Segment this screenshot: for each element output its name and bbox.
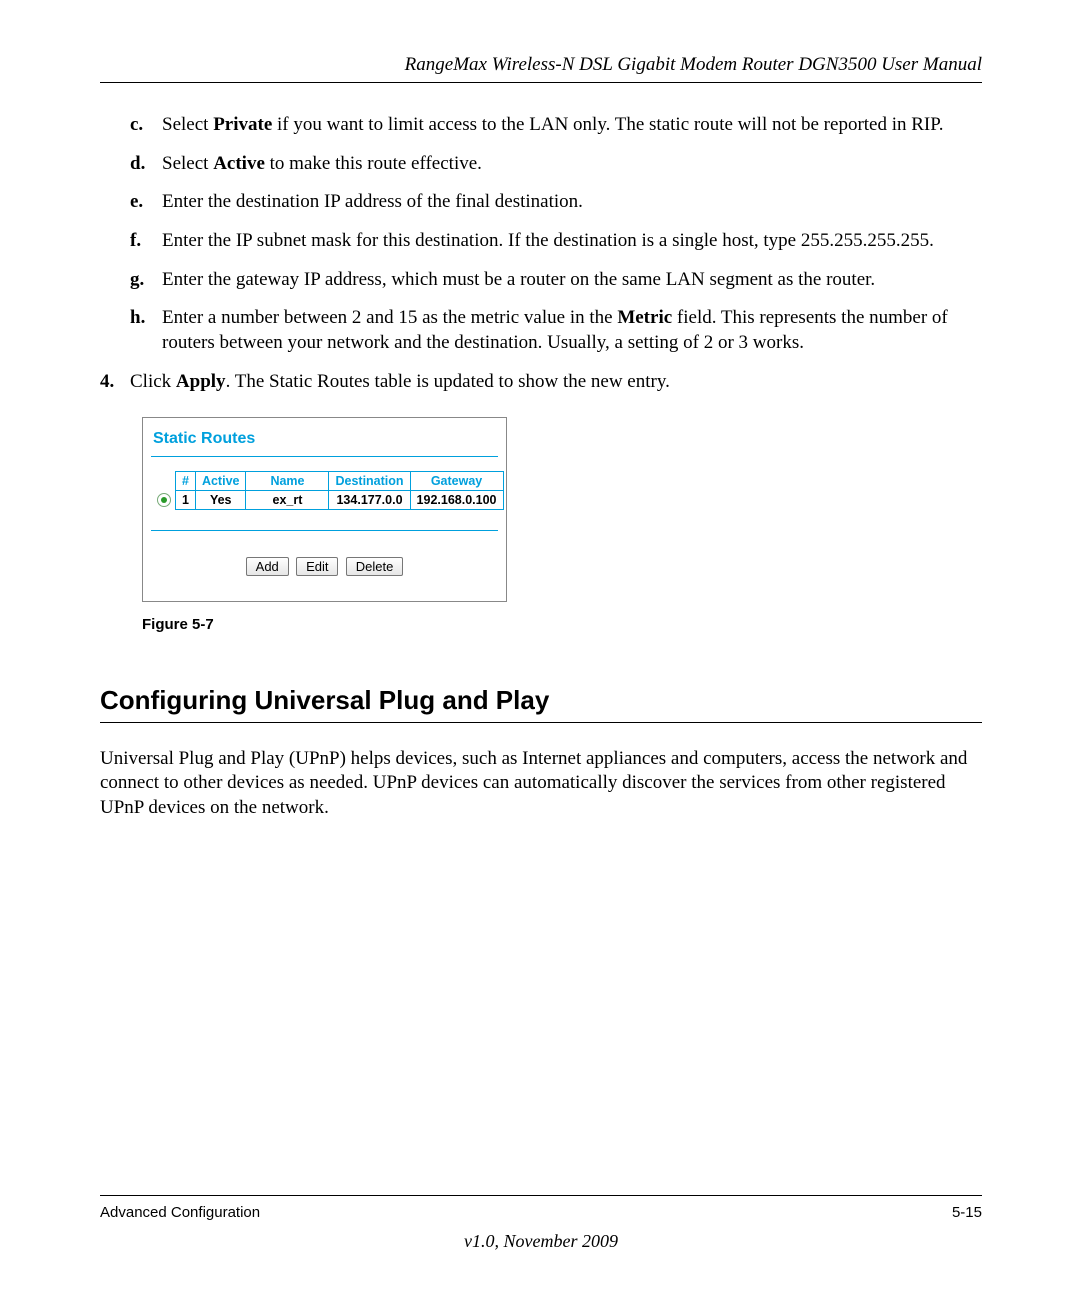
step-body: Enter the gateway IP address, which must…: [162, 268, 982, 293]
figure-5-7: Static Routes # Active Name Destination …: [142, 417, 982, 633]
step-marker: c.: [130, 113, 162, 138]
text-part: Enter a number between 2 and 15 as the m…: [162, 307, 617, 328]
step-d: d. Select Active to make this route effe…: [130, 152, 982, 177]
panel-title: Static Routes: [151, 428, 498, 456]
cell-gateway: 192.168.0.100: [410, 490, 503, 509]
step-body: Select Active to make this route effecti…: [162, 152, 982, 177]
section-heading: Configuring Universal Plug and Play: [100, 685, 982, 716]
text-part: Select: [162, 114, 213, 135]
text-part: Click: [130, 371, 176, 392]
step-body: Enter the IP subnet mask for this destin…: [162, 229, 982, 254]
sub-step-list: c. Select Private if you want to limit a…: [130, 113, 982, 356]
cell-active: Yes: [195, 490, 246, 509]
step-marker: 4.: [100, 370, 130, 395]
bold-word: Apply: [176, 371, 226, 392]
static-routes-panel: Static Routes # Active Name Destination …: [142, 417, 507, 602]
bold-word: Private: [213, 114, 272, 135]
footer-rule: [100, 1195, 982, 1196]
page: RangeMax Wireless-N DSL Gigabit Modem Ro…: [0, 0, 1080, 1296]
step-f: f. Enter the IP subnet mask for this des…: [130, 229, 982, 254]
col-radio: [151, 471, 176, 490]
text-part: Select: [162, 153, 213, 174]
text-part: if you want to limit access to the LAN o…: [272, 114, 943, 135]
step-4: 4. Click Apply. The Static Routes table …: [100, 370, 982, 395]
route-radio-cell: [151, 490, 176, 509]
col-destination: Destination: [329, 471, 410, 490]
col-num: #: [176, 471, 196, 490]
footer-version: v1.0, November 2009: [100, 1231, 982, 1252]
col-gateway: Gateway: [410, 471, 503, 490]
section-rule: [100, 722, 982, 723]
text-part: . The Static Routes table is updated to …: [226, 371, 670, 392]
page-header-title: RangeMax Wireless-N DSL Gigabit Modem Ro…: [100, 54, 982, 76]
cell-destination: 134.177.0.0: [329, 490, 410, 509]
step-e: e. Enter the destination IP address of t…: [130, 190, 982, 215]
step-marker: g.: [130, 268, 162, 293]
bold-word: Metric: [617, 307, 672, 328]
step-body: Select Private if you want to limit acce…: [162, 113, 982, 138]
panel-rule: [151, 456, 498, 457]
text-part: to make this route effective.: [265, 153, 482, 174]
route-select-radio[interactable]: [157, 493, 171, 507]
footer-row: Advanced Configuration 5-15: [100, 1204, 982, 1221]
add-button[interactable]: Add: [246, 557, 289, 576]
table-row: 1 Yes ex_rt 134.177.0.0 192.168.0.100: [151, 490, 503, 509]
button-row: Add Edit Delete: [151, 555, 498, 577]
step-body: Enter the destination IP address of the …: [162, 190, 982, 215]
cell-num: 1: [176, 490, 196, 509]
step-g: g. Enter the gateway IP address, which m…: [130, 268, 982, 293]
cell-name: ex_rt: [246, 490, 329, 509]
panel-rule: [151, 530, 498, 531]
col-name: Name: [246, 471, 329, 490]
page-number: 5-15: [952, 1204, 982, 1221]
header-rule: [100, 82, 982, 83]
bold-word: Active: [213, 153, 265, 174]
step-body: Click Apply. The Static Routes table is …: [130, 370, 982, 395]
step-marker: d.: [130, 152, 162, 177]
col-active: Active: [195, 471, 246, 490]
radio-dot-icon: [161, 497, 167, 503]
step-marker: e.: [130, 190, 162, 215]
step-marker: h.: [130, 306, 162, 331]
edit-button[interactable]: Edit: [296, 557, 338, 576]
section-paragraph: Universal Plug and Play (UPnP) helps dev…: [100, 747, 982, 821]
step-marker: f.: [130, 229, 162, 254]
footer-section: Advanced Configuration: [100, 1204, 260, 1221]
step-body: Enter a number between 2 and 15 as the m…: [162, 306, 982, 355]
figure-caption: Figure 5-7: [142, 616, 982, 633]
delete-button[interactable]: Delete: [346, 557, 404, 576]
static-routes-table: # Active Name Destination Gateway 1 Yes …: [151, 471, 504, 510]
step-c: c. Select Private if you want to limit a…: [130, 113, 982, 138]
step-h: h. Enter a number between 2 and 15 as th…: [130, 306, 982, 355]
table-header-row: # Active Name Destination Gateway: [151, 471, 503, 490]
page-footer: Advanced Configuration 5-15 v1.0, Novemb…: [100, 1195, 982, 1252]
